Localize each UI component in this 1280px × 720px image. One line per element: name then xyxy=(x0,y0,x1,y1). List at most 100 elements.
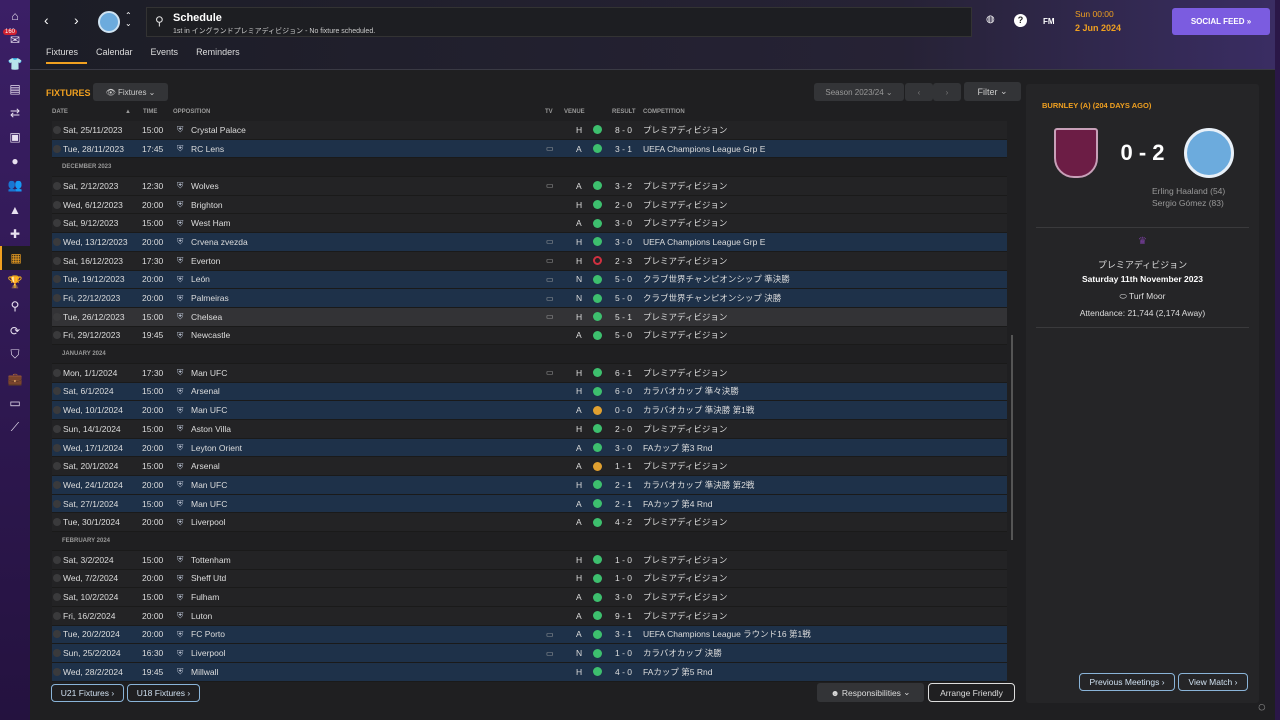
arrange-friendly-button[interactable]: Arrange Friendly xyxy=(928,683,1015,702)
result-score[interactable]: 5 - 1 xyxy=(615,312,632,322)
scrollbar[interactable] xyxy=(1011,335,1013,540)
fixture-row[interactable]: Tue, 19/12/2023 20:00 ⛨ León ▭ N 5 - 0 クラブ世界チャン… xyxy=(52,270,1007,290)
result-score[interactable]: 6 - 1 xyxy=(615,368,632,378)
inbox-icon[interactable]: ✉ 160 xyxy=(0,28,30,52)
fixture-row[interactable]: Wed, 17/1/2024 20:00 ⛨ Leyton Orient A 3 - 0 F… xyxy=(52,438,1007,458)
opposition-name[interactable]: Arsenal xyxy=(191,461,220,471)
tab-calendar[interactable]: Calendar xyxy=(96,47,142,64)
forward-button[interactable]: › xyxy=(74,12,79,28)
col-tv[interactable]: TV xyxy=(545,109,553,115)
opposition-name[interactable]: Liverpool xyxy=(191,517,226,527)
fixture-row[interactable]: Wed, 28/2/2024 19:45 ⛨ Millwall H 4 - 0 FAカップ … xyxy=(52,662,1007,682)
col-date[interactable]: DATE xyxy=(52,109,68,115)
club-icon[interactable]: ⛉ xyxy=(0,343,30,367)
opposition-name[interactable]: Man UFC xyxy=(191,480,227,490)
opposition-name[interactable]: León xyxy=(191,274,210,284)
opposition-name[interactable]: Aston Villa xyxy=(191,424,231,434)
season-dropdown[interactable]: Season 2023/24 ⌄ xyxy=(814,83,904,101)
result-score[interactable]: 0 - 0 xyxy=(615,405,632,415)
fixture-row[interactable]: Tue, 30/1/2024 20:00 ⛨ Liverpool A 4 - 2 プレミアデ… xyxy=(52,513,1007,533)
u21-fixtures-button[interactable]: U21 Fixtures › xyxy=(51,684,124,702)
result-score[interactable]: 3 - 2 xyxy=(615,181,632,191)
opposition-name[interactable]: Wolves xyxy=(191,181,219,191)
opposition-name[interactable]: RC Lens xyxy=(191,144,224,154)
dev-icon[interactable]: ▭ xyxy=(0,391,30,415)
view-match-button[interactable]: View Match › xyxy=(1178,673,1248,691)
result-score[interactable]: 4 - 2 xyxy=(615,517,632,527)
result-score[interactable]: 5 - 0 xyxy=(615,274,632,284)
result-score[interactable]: 2 - 0 xyxy=(615,424,632,434)
result-score[interactable]: 1 - 0 xyxy=(615,573,632,583)
back-button[interactable]: ‹ xyxy=(44,12,49,28)
result-score[interactable]: 9 - 1 xyxy=(615,611,632,621)
fixture-row[interactable]: Sat, 10/2/2024 15:00 ⛨ Fulham A 3 - 0 プレミアディビジ… xyxy=(52,588,1007,607)
opposition-name[interactable]: Man UFC xyxy=(191,405,227,415)
finances-icon[interactable]: 💼 xyxy=(0,367,30,391)
opposition-name[interactable]: Chelsea xyxy=(191,312,222,322)
search-bar[interactable]: ⚲ Schedule 1st in イングランドプレミアディビジョン - No … xyxy=(146,7,972,37)
fixture-row[interactable]: Sat, 27/1/2024 15:00 ⛨ Man UFC A 2 - 1 FAカップ 第… xyxy=(52,494,1007,514)
col-opposition[interactable]: OPPOSITION xyxy=(173,109,210,115)
tab-events[interactable]: Events xyxy=(151,47,188,64)
staff-icon[interactable]: 👥 xyxy=(0,173,30,197)
col-result[interactable]: RESULT xyxy=(612,109,636,115)
fixture-row[interactable]: Tue, 26/12/2023 15:00 ⛨ Chelsea ▭ H 5 - 1 プレミアデ… xyxy=(52,307,1007,327)
col-competition[interactable]: COMPETITION xyxy=(643,109,685,115)
fixture-row[interactable]: Wed, 6/12/2023 20:00 ⛨ Brighton H 2 - 0 プレミアディ… xyxy=(52,195,1007,215)
man-city-crest[interactable] xyxy=(1184,128,1234,178)
opposition-name[interactable]: Fulham xyxy=(191,592,219,602)
social-feed-button[interactable]: SOCIAL FEED » xyxy=(1172,8,1270,35)
game-date[interactable]: Sun 00:00 2 Jun 2024 xyxy=(1075,9,1121,33)
result-score[interactable]: 3 - 0 xyxy=(615,237,632,247)
medical-icon[interactable]: ✚ xyxy=(0,222,30,246)
opposition-name[interactable]: Tottenham xyxy=(191,555,231,565)
transfers-icon[interactable]: ⇄ xyxy=(0,101,30,125)
col-time[interactable]: TIME xyxy=(143,109,157,115)
tab-fixtures[interactable]: Fixtures xyxy=(46,47,88,64)
result-score[interactable]: 3 - 1 xyxy=(615,629,632,639)
result-score[interactable]: 3 - 0 xyxy=(615,443,632,453)
opposition-name[interactable]: Everton xyxy=(191,256,220,266)
opposition-name[interactable]: Newcastle xyxy=(191,330,230,340)
result-score[interactable]: 3 - 0 xyxy=(615,592,632,602)
fixture-row[interactable]: Sun, 14/1/2024 15:00 ⛨ Aston Villa H 2 - 0 プレミ… xyxy=(52,420,1007,439)
result-score[interactable]: 3 - 1 xyxy=(615,144,632,154)
tab-reminders[interactable]: Reminders xyxy=(196,47,249,64)
opposition-name[interactable]: Liverpool xyxy=(191,648,226,658)
trophy-icon[interactable]: 🏆 xyxy=(0,270,30,294)
next-season-button[interactable]: › xyxy=(933,83,961,101)
prev-season-button[interactable]: ‹ xyxy=(905,83,933,101)
globe-icon[interactable]: ◍ xyxy=(986,14,995,25)
training-icon[interactable]: ▲ xyxy=(0,198,30,222)
view-dropdown[interactable]: 👁 Fixtures ⌄ xyxy=(93,83,168,101)
fixture-row[interactable]: Sun, 25/2/2024 16:30 ⛨ Liverpool ▭ N 1 - 0 カラバオ… xyxy=(52,644,1007,663)
opposition-name[interactable]: Millwall xyxy=(191,667,218,677)
fixture-row[interactable]: Fri, 29/12/2023 19:45 ⛨ Newcastle A 5 - 0 プレミア… xyxy=(52,326,1007,346)
u18-fixtures-button[interactable]: U18 Fixtures › xyxy=(127,684,200,702)
fixture-row[interactable]: Sat, 3/2/2024 15:00 ⛨ Tottenham H 1 - 0 プレミアディ… xyxy=(52,550,1007,570)
fixture-row[interactable]: Wed, 10/1/2024 20:00 ⛨ Man UFC A 0 - 0 カラバオカップ… xyxy=(52,401,1007,420)
result-score[interactable]: 6 - 0 xyxy=(615,386,632,396)
fm-menu[interactable]: FM xyxy=(1043,17,1055,26)
opposition-name[interactable]: Leyton Orient xyxy=(191,443,242,453)
schedule-icon[interactable]: ▦ xyxy=(0,245,30,271)
opposition-name[interactable]: Arsenal xyxy=(191,386,220,396)
result-score[interactable]: 2 - 0 xyxy=(615,200,632,210)
search-icon[interactable]: ⚲ xyxy=(0,294,30,318)
fixture-row[interactable]: Wed, 24/1/2024 20:00 ⛨ Man UFC H 2 - 1 カラバオカップ… xyxy=(52,476,1007,495)
opposition-name[interactable]: West Ham xyxy=(191,218,231,228)
result-score[interactable]: 2 - 1 xyxy=(615,499,632,509)
opposition-name[interactable]: Man UFC xyxy=(191,499,227,509)
result-score[interactable]: 2 - 3 xyxy=(615,256,632,266)
previous-meetings-button[interactable]: Previous Meetings › xyxy=(1079,673,1175,691)
opposition-name[interactable]: Palmeiras xyxy=(191,293,229,303)
tactics-icon[interactable]: ▤ xyxy=(0,77,30,101)
fixture-row[interactable]: Wed, 13/12/2023 20:00 ⛨ Crvena zvezda ▭ H 3 - … xyxy=(52,233,1007,252)
scouting-icon[interactable]: ▣ xyxy=(0,125,30,149)
squad-icon[interactable]: 👕 xyxy=(0,52,30,76)
misc-icon[interactable]: ⟋ xyxy=(0,415,30,439)
fixture-row[interactable]: Fri, 22/12/2023 20:00 ⛨ Palmeiras ▭ N 5 - 0 クラブ… xyxy=(52,289,1007,308)
opposition-name[interactable]: Luton xyxy=(191,611,212,621)
fixture-row[interactable]: Wed, 7/2/2024 20:00 ⛨ Sheff Utd H 1 - 0 プレミアディ… xyxy=(52,569,1007,589)
ball-icon[interactable]: ● xyxy=(0,149,30,173)
